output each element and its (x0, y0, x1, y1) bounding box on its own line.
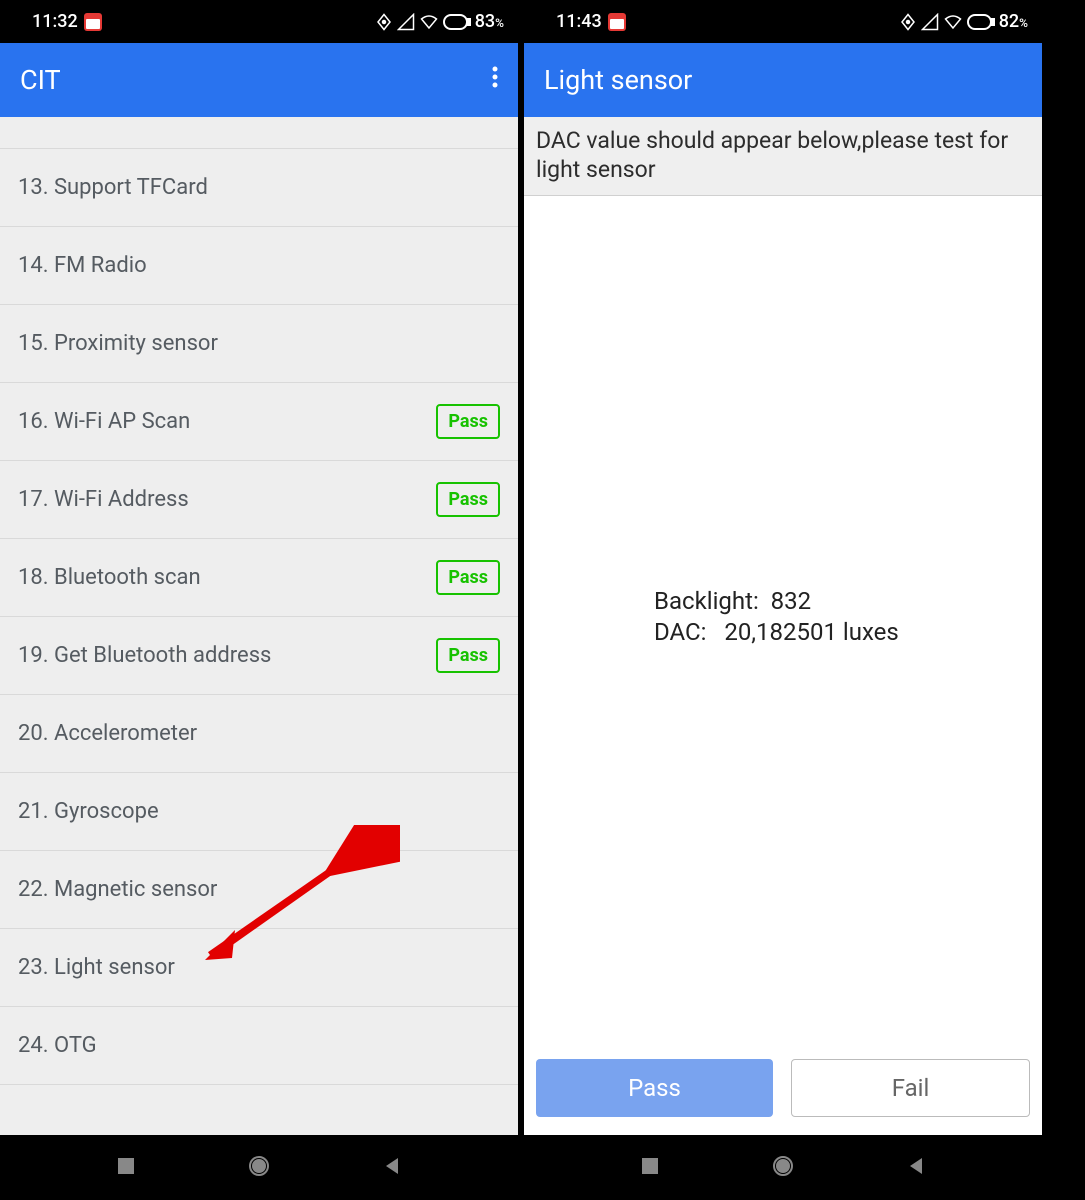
phone-left: 11:32 83% CIT (0, 0, 518, 1200)
battery-icon (443, 14, 471, 30)
test-label: 24. OTG (18, 1033, 97, 1058)
app-title: CIT (20, 64, 61, 96)
wifi-icon (419, 13, 439, 31)
pass-button[interactable]: Pass (536, 1059, 773, 1117)
test-label: 23. Light sensor (18, 955, 175, 980)
pass-badge: Pass (436, 560, 500, 595)
test-label: 21. Gyroscope (18, 799, 159, 824)
calendar-icon (608, 13, 626, 31)
dac-value: 20,182501 luxes (724, 618, 898, 646)
home-button[interactable] (771, 1154, 795, 1182)
test-row[interactable]: 20. Accelerometer (0, 695, 518, 773)
back-button[interactable] (382, 1156, 402, 1180)
test-label: 15. Proximity sensor (18, 331, 218, 356)
test-label: 12. Headset test (18, 117, 179, 118)
phone-right: 11:43 82% Light sensor (524, 0, 1042, 1200)
test-label: 22. Magnetic sensor (18, 877, 217, 902)
nav-bar (0, 1135, 518, 1200)
back-button[interactable] (906, 1156, 926, 1180)
wifi-icon (943, 13, 963, 31)
action-buttons: Pass Fail (524, 1059, 1042, 1135)
test-label: 16. Wi-Fi AP Scan (18, 409, 190, 434)
test-row[interactable]: 21. Gyroscope (0, 773, 518, 851)
status-bar: 11:32 83% (0, 0, 518, 43)
recent-apps-button[interactable] (640, 1156, 660, 1180)
test-row[interactable]: 16. Wi-Fi AP Scan Pass (0, 383, 518, 461)
pass-badge: Pass (436, 482, 500, 517)
test-row[interactable]: 14. FM Radio (0, 227, 518, 305)
status-bar: 11:43 82% (524, 0, 1042, 43)
status-time: 11:43 (556, 11, 602, 32)
test-label: 13. Support TFCard (18, 175, 208, 200)
backlight-value: 832 (771, 587, 811, 615)
signal-icon (397, 13, 415, 31)
test-label: 20. Accelerometer (18, 721, 197, 746)
instruction-text: DAC value should appear below,please tes… (524, 117, 1042, 196)
dnd-icon (899, 13, 917, 31)
dac-label: DAC: (654, 618, 706, 646)
test-label: 17. Wi-Fi Address (18, 487, 189, 512)
app-bar: Light sensor (524, 43, 1042, 117)
test-row[interactable]: 19. Get Bluetooth address Pass (0, 617, 518, 695)
test-row[interactable]: 12. Headset test (0, 117, 518, 149)
test-label: 14. FM Radio (18, 253, 147, 278)
overflow-menu-icon[interactable] (470, 64, 498, 96)
home-button[interactable] (247, 1154, 271, 1182)
calendar-icon (84, 13, 102, 31)
test-row[interactable]: 24. OTG (0, 1007, 518, 1085)
battery-icon (967, 14, 995, 30)
test-row[interactable]: 23. Light sensor (0, 929, 518, 1007)
sensor-readout: Backlight: 832 DAC: 20,182501 luxes (654, 586, 899, 648)
recent-apps-button[interactable] (116, 1156, 136, 1180)
sensor-content: Backlight: 832 DAC: 20,182501 luxes (524, 196, 1042, 1060)
test-row[interactable]: 17. Wi-Fi Address Pass (0, 461, 518, 539)
battery-percent: 82% (999, 11, 1028, 32)
test-list[interactable]: 12. Headset test 13. Support TFCard 14. FM… (0, 117, 518, 1135)
test-row[interactable]: 22. Magnetic sensor (0, 851, 518, 929)
test-label: 19. Get Bluetooth address (18, 643, 271, 668)
nav-bar (524, 1135, 1042, 1200)
backlight-label: Backlight: (654, 587, 759, 615)
signal-icon (921, 13, 939, 31)
status-time: 11:32 (32, 11, 78, 32)
fail-button[interactable]: Fail (791, 1059, 1030, 1117)
test-row[interactable]: 18. Bluetooth scan Pass (0, 539, 518, 617)
dnd-icon (375, 13, 393, 31)
battery-percent: 83% (475, 11, 504, 32)
app-bar: CIT (0, 43, 518, 117)
pass-badge: Pass (436, 404, 500, 439)
test-label: 18. Bluetooth scan (18, 565, 201, 590)
test-row[interactable]: 13. Support TFCard (0, 149, 518, 227)
test-row[interactable]: 15. Proximity sensor (0, 305, 518, 383)
pass-badge: Pass (436, 638, 500, 673)
app-title: Light sensor (544, 64, 692, 96)
